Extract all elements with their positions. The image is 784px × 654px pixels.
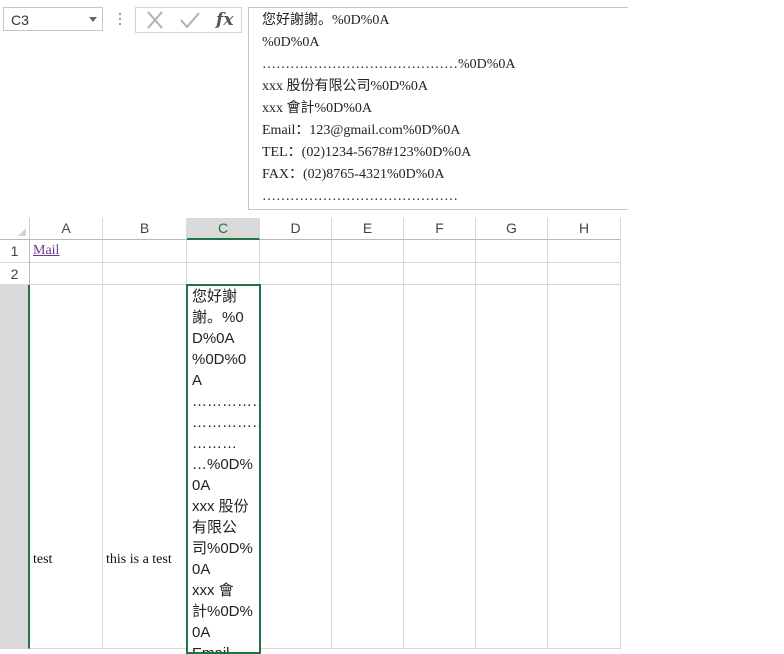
- cell-g3[interactable]: [476, 285, 548, 649]
- wrapped-line: D%0A: [192, 330, 235, 347]
- cell-h3[interactable]: [548, 285, 621, 649]
- wrapped-line: 謝。%0: [192, 309, 244, 326]
- cell-g1[interactable]: [476, 240, 548, 263]
- cell-d1[interactable]: [260, 240, 332, 263]
- cell-a2[interactable]: [30, 263, 103, 285]
- close-icon[interactable]: [144, 10, 166, 30]
- formula-line: ……………………………………: [262, 189, 458, 204]
- cell-e2[interactable]: [332, 263, 404, 285]
- column-header-c[interactable]: C: [187, 218, 260, 240]
- formula-bar-input[interactable]: 您好謝謝。%0D%0A %0D%0A ……………………………………%0D%0A …: [248, 7, 628, 210]
- name-box-value: C3: [11, 12, 29, 28]
- row-header-2[interactable]: 2: [0, 263, 30, 285]
- formula-line: TEL：(02)1234-5678#123%0D%0A: [262, 145, 472, 160]
- select-all-button[interactable]: [0, 218, 30, 240]
- wrapped-line: 您好謝: [192, 288, 238, 305]
- column-header-h[interactable]: H: [548, 218, 621, 240]
- cell-e3[interactable]: [332, 285, 404, 649]
- cell-d3[interactable]: [260, 285, 332, 649]
- formula-line: ……………………………………%0D%0A: [262, 57, 516, 72]
- cell-f3[interactable]: [404, 285, 476, 649]
- row-header-3[interactable]: [0, 285, 30, 649]
- cell-h2[interactable]: [548, 263, 621, 285]
- wrapped-line: ……………: [192, 393, 261, 410]
- row-header-1[interactable]: 1: [0, 240, 30, 263]
- more-vertical-icon[interactable]: [115, 10, 125, 28]
- spreadsheet-grid: A B C D E F G H 1 2 Mail test this is a …: [0, 218, 784, 654]
- wrapped-line: 0A: [192, 477, 211, 494]
- cell-value: test: [33, 552, 53, 567]
- column-header-g[interactable]: G: [476, 218, 548, 240]
- wrapped-line: 0A: [192, 561, 211, 578]
- cell-value: this is a test: [106, 552, 172, 567]
- wrapped-line: 0A: [192, 624, 211, 641]
- wrapped-line: ……………: [192, 414, 261, 431]
- cell-e1[interactable]: [332, 240, 404, 263]
- wrapped-line: 有限公: [192, 519, 238, 536]
- cell-a1[interactable]: Mail: [30, 240, 103, 263]
- mail-link[interactable]: Mail: [33, 243, 59, 259]
- wrapped-line: A: [192, 372, 203, 389]
- column-header-b[interactable]: B: [103, 218, 187, 240]
- cell-h1[interactable]: [548, 240, 621, 263]
- cell-f1[interactable]: [404, 240, 476, 263]
- fx-icon[interactable]: fx: [216, 10, 238, 30]
- active-cell-c3[interactable]: 您好謝 謝。%0 D%0A %0D%0 A …………… …………… ……… …%…: [186, 284, 261, 654]
- wrapped-line: ………: [192, 435, 237, 452]
- formula-line: %0D%0A: [262, 35, 320, 50]
- formula-line: Email：123@gmail.com%0D%0A: [262, 123, 461, 138]
- column-header-d[interactable]: D: [260, 218, 332, 240]
- formula-line: FAX：(02)8765-4321%0D%0A: [262, 167, 445, 182]
- select-all-triangle-icon: [18, 228, 26, 236]
- column-header-a[interactable]: A: [30, 218, 103, 240]
- cell-g2[interactable]: [476, 263, 548, 285]
- cell-c2[interactable]: [187, 263, 260, 285]
- column-header-e[interactable]: E: [332, 218, 404, 240]
- chevron-down-icon[interactable]: [89, 17, 97, 22]
- wrapped-line: %0D%0: [192, 351, 247, 368]
- checkmark-icon[interactable]: [178, 10, 202, 30]
- formula-line: xxx 會計%0D%0A: [262, 101, 373, 116]
- cell-c1[interactable]: [187, 240, 260, 263]
- formula-line: 您好謝謝。%0D%0A: [262, 13, 390, 28]
- formula-line: xxx 股份有限公司%0D%0A: [262, 79, 429, 94]
- wrapped-line: …%0D%: [192, 456, 253, 473]
- cell-a3[interactable]: test: [30, 285, 103, 649]
- wrapped-line: 司%0D%: [192, 540, 253, 557]
- cell-b2[interactable]: [103, 263, 187, 285]
- wrapped-line: xxx 會: [192, 582, 234, 599]
- cell-b3[interactable]: this is a test: [103, 285, 187, 649]
- name-box[interactable]: C3: [3, 7, 103, 31]
- wrapped-line: 計%0D%: [192, 603, 253, 620]
- formula-buttons: fx: [135, 7, 242, 33]
- wrapped-line: xxx 股份: [192, 498, 249, 515]
- cell-f2[interactable]: [404, 263, 476, 285]
- column-header-f[interactable]: F: [404, 218, 476, 240]
- cell-c3-content: 您好謝 謝。%0 D%0A %0D%0 A …………… …………… ……… …%…: [192, 286, 261, 652]
- cell-d2[interactable]: [260, 263, 332, 285]
- cell-b1[interactable]: [103, 240, 187, 263]
